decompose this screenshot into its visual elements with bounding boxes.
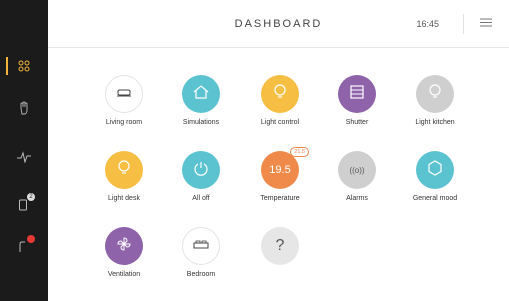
page-title: DASHBOARD — [234, 17, 323, 30]
bed-icon — [193, 237, 209, 255]
tile-label: Ventilation — [107, 271, 141, 278]
temperature-value: 19.5 — [269, 164, 291, 176]
temperature-button[interactable]: 19.5 21.5 — [261, 147, 309, 189]
header-divider — [463, 14, 464, 34]
tile-label: Light kitchen — [415, 119, 455, 126]
clock: 16:45 — [416, 18, 439, 29]
tile-label: Simulations — [182, 119, 220, 126]
tile-shutter[interactable]: Shutter — [322, 75, 392, 141]
bulb-icon — [273, 83, 287, 105]
menu-icon — [480, 14, 492, 32]
sidebar: 2 — [0, 0, 48, 301]
tile-simulations[interactable]: Simulations — [166, 75, 236, 141]
tile-temperature[interactable]: 19.5 21.5 Temperature — [245, 147, 315, 217]
question-icon: ? — [275, 237, 285, 254]
general-mood-button[interactable] — [416, 151, 454, 189]
bulb-icon — [428, 83, 442, 105]
bedroom-button[interactable] — [182, 227, 220, 265]
tile-light-kitchen[interactable]: Light kitchen — [400, 75, 470, 141]
tile-general-mood[interactable]: General mood — [400, 151, 470, 217]
unknown-button[interactable]: ? — [261, 227, 299, 265]
tile-label: All off — [192, 195, 210, 202]
light-desk-button[interactable] — [105, 151, 143, 189]
dashboard-icon — [18, 60, 30, 72]
tile-bedroom[interactable]: Bedroom — [166, 227, 236, 293]
light-control-button[interactable] — [261, 75, 299, 113]
tile-label: Light control — [260, 119, 300, 126]
tile-alarms[interactable]: ((o)) Alarms — [322, 151, 392, 217]
sidebar-item-device[interactable]: 2 — [0, 184, 48, 224]
tile-light-desk[interactable]: Light desk — [89, 151, 159, 217]
sidebar-item-alert[interactable] — [0, 226, 48, 266]
shutter-button[interactable] — [338, 75, 376, 113]
tile-light-control[interactable]: Light control — [245, 75, 315, 141]
living-room-button[interactable] — [105, 75, 143, 113]
activity-icon — [17, 151, 31, 163]
tile-label: Living room — [105, 119, 143, 126]
hand-icon — [18, 101, 30, 115]
shutter-icon — [350, 84, 364, 104]
tile-label: Light desk — [108, 195, 140, 202]
power-icon — [193, 160, 209, 181]
bulb-icon — [117, 159, 131, 181]
house-icon — [192, 84, 210, 105]
top-bar: DASHBOARD 16:45 — [48, 0, 509, 48]
tile-unknown[interactable]: ? — [245, 227, 315, 293]
sofa-icon — [116, 85, 132, 103]
all-off-button[interactable] — [182, 151, 220, 189]
light-kitchen-button[interactable] — [416, 75, 454, 113]
tile-all-off[interactable]: All off — [166, 151, 236, 217]
device-badge: 2 — [27, 193, 35, 201]
alarm-icon: ((o)) — [349, 165, 365, 175]
alert-badge — [27, 235, 35, 243]
menu-button[interactable] — [478, 16, 494, 30]
temperature-setpoint-badge: 21.5 — [290, 147, 309, 157]
sidebar-item-dashboard[interactable] — [0, 46, 48, 86]
fan-icon — [116, 236, 132, 257]
tile-label: Shutter — [345, 119, 369, 126]
ventilation-button[interactable] — [105, 227, 143, 265]
simulations-button[interactable] — [182, 75, 220, 113]
tile-ventilation[interactable]: Ventilation — [89, 227, 159, 293]
sidebar-item-activity[interactable] — [0, 137, 48, 177]
tile-living-room[interactable]: Living room — [89, 75, 159, 141]
sidebar-item-hand[interactable] — [0, 88, 48, 128]
alarms-button[interactable]: ((o)) — [338, 151, 376, 189]
tile-label: Alarms — [346, 195, 368, 202]
tile-label: General mood — [412, 195, 458, 202]
tile-label: Bedroom — [186, 271, 216, 278]
hexagon-icon — [427, 159, 443, 181]
tile-label: Temperature — [260, 195, 300, 202]
